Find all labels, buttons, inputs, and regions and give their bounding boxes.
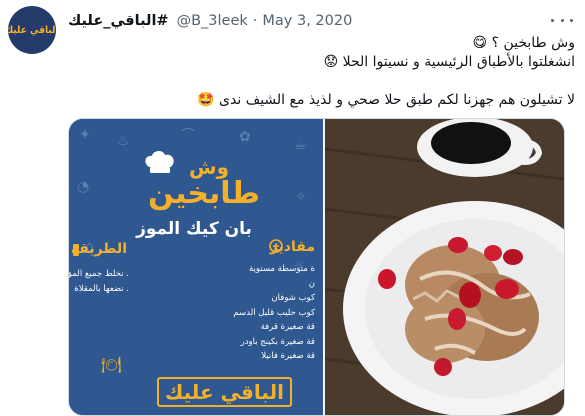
serving-tray-icon: 🍽	[101, 355, 122, 374]
more-dot	[570, 18, 573, 22]
tweet-text: وش طابخين ؟ 😋 انشغلتوا بالأطباق الرئيسية…	[68, 34, 575, 110]
doodle-icon: ☕	[294, 137, 307, 153]
ingredient-item: قة صغيرة فانيلا	[261, 351, 315, 361]
dish-title: بان كيك الموز	[136, 219, 252, 239]
tweet-media[interactable]: ✦ ♨ ⌒ ✿ ☕ ◔ ✧ ⌂ ☼ وش طابخين بان كيك المو…	[68, 118, 565, 416]
method-icon	[73, 244, 79, 256]
brand-title: وش طابخين	[139, 155, 269, 209]
doodle-icon: ✧	[295, 189, 307, 205]
ingredient-item: ن	[308, 278, 315, 289]
doodle-icon: ◔	[77, 179, 90, 195]
display-name[interactable]: #الباقي_عليك	[68, 13, 169, 29]
pancake-photo[interactable]: ⟲ thedietnada	[325, 119, 564, 415]
profile-avatar[interactable]: الباقي عليك	[8, 6, 56, 54]
doodle-icon: ⌒	[181, 128, 195, 144]
more-dot	[551, 18, 554, 22]
footer-logo: الباقي عليك	[157, 377, 292, 407]
tweet-line: انشغلتوا بالأطباق الرئيسية و نسيتوا الحل…	[323, 54, 575, 70]
tweet-date[interactable]: May 3, 2020	[262, 13, 352, 29]
doodle-icon: ✦	[79, 127, 91, 143]
method-step: . نضعها بالمقلاة	[74, 283, 129, 294]
brand-title-big: طابخين	[148, 176, 260, 211]
ingredient-item: قة صغيرة قرفة	[260, 322, 315, 332]
doodle-icon: ♨	[117, 133, 130, 149]
ingredients-heading: مقادير	[269, 239, 315, 255]
ingredients-list: ة متوسطة مستوية ن كوب شوفان كوب حليب قلي…	[233, 262, 315, 364]
ingredient-item: قة صغيرة بكينج باودر	[240, 336, 315, 347]
tweet-line: لا تشيلون هم جهزنا لكم طبق حلا صحي و لذي…	[197, 92, 575, 108]
more-dot	[560, 18, 564, 22]
method-list: . نخلط جميع المق . نضعها بالمقلاة	[69, 267, 129, 296]
ingredient-item: كوب حليب قليل الدسم	[233, 307, 315, 318]
ingredient-item: ة متوسطة مستوية	[248, 264, 315, 274]
user-handle[interactable]: @B_3leek	[177, 13, 248, 29]
recipe-card-image[interactable]: ✦ ♨ ⌒ ✿ ☕ ◔ ✧ ⌂ ☼ وش طابخين بان كيك المو…	[69, 119, 323, 415]
more-options-icon[interactable]	[551, 12, 573, 28]
header-separator: ·	[252, 13, 258, 29]
tweet-header: #الباقي_عليك @B_3leek · May 3, 2020	[68, 10, 555, 32]
avatar-logo-text: الباقي عليك	[8, 24, 56, 36]
tweet-line: وش طابخين ؟ 😋	[472, 35, 575, 51]
ingredient-item: كوب شوفان	[271, 293, 315, 303]
doodle-icon: ✿	[239, 129, 251, 145]
pancake-photo-illustration	[325, 119, 564, 415]
method-step: . نخلط جميع المق	[69, 269, 129, 279]
